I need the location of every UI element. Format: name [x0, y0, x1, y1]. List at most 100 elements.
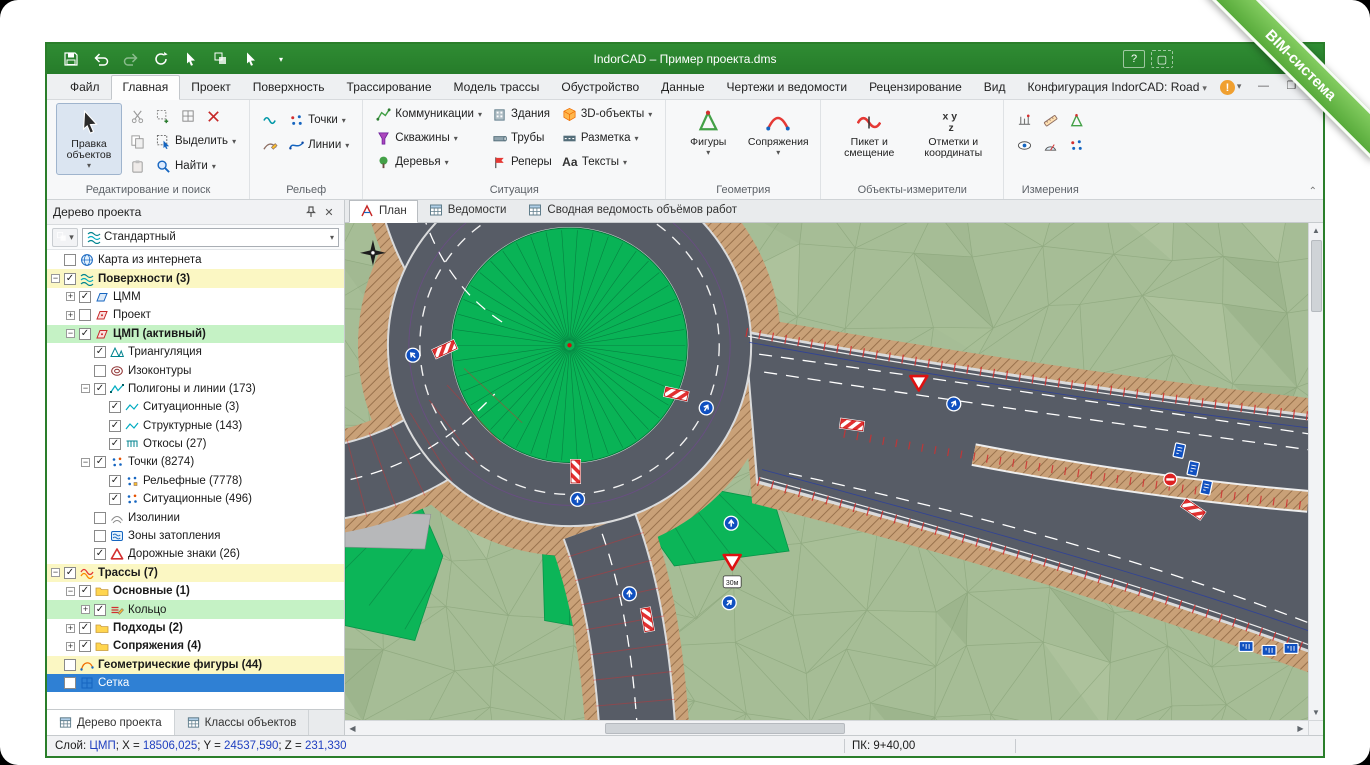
barrier-sign[interactable] — [570, 459, 581, 484]
trees-button[interactable]: Деревья▾ — [372, 151, 486, 173]
tree-item[interactable]: −✓Основные (1) — [47, 582, 344, 600]
checkbox[interactable] — [79, 309, 91, 321]
direction-sign[interactable] — [622, 587, 636, 601]
info-sign[interactable] — [1200, 480, 1213, 496]
info-sign[interactable] — [1187, 461, 1200, 477]
copy-button[interactable] — [126, 130, 148, 152]
tree-item[interactable]: −✓Точки (8274) — [47, 453, 344, 471]
marks-coordinates-button[interactable]: Отметки и координаты — [912, 103, 994, 175]
checkbox[interactable]: ✓ — [109, 475, 121, 487]
checkbox[interactable] — [64, 659, 76, 671]
communications-button[interactable]: Коммуникации▾ — [372, 103, 486, 125]
minimize-button[interactable]: — — [1251, 77, 1275, 94]
notification-caret-icon[interactable]: ▾ — [1237, 81, 1242, 92]
tab-вид[interactable]: Вид — [973, 76, 1017, 99]
tree-preset-select[interactable]: Стандартный ▾ — [82, 228, 339, 247]
tab-главная[interactable]: Главная — [111, 75, 181, 100]
tree-item[interactable]: ✓Ситуационные (3) — [47, 398, 344, 416]
tree-item[interactable]: ✓Рельефные (7778) — [47, 472, 344, 490]
tree-item[interactable]: Зоны затопления — [47, 527, 344, 545]
edit-objects-button[interactable]: Правка объектов ▾ — [56, 103, 122, 175]
tab-обустройство[interactable]: Обустройство — [550, 76, 650, 99]
horizontal-scrollbar[interactable]: ◀ ▶ — [345, 720, 1308, 735]
measure-area-button[interactable] — [1065, 109, 1087, 131]
relief-wave-button[interactable] — [259, 109, 281, 131]
info-sign[interactable] — [1284, 643, 1298, 653]
tree-expander[interactable]: + — [66, 624, 75, 633]
tree-expander[interactable]: − — [66, 587, 75, 596]
tree-item[interactable]: Сетка — [47, 674, 344, 692]
tab-конфигурация-indorcad-road[interactable]: Конфигурация IndorCAD: Road▾ — [1016, 76, 1217, 99]
checkbox[interactable]: ✓ — [94, 456, 106, 468]
tree-expander[interactable]: − — [51, 568, 60, 577]
checkbox[interactable]: ✓ — [109, 438, 121, 450]
find-button[interactable]: Найти▾ — [152, 155, 240, 177]
info-sign[interactable] — [1239, 641, 1253, 651]
scroll-left-arrow[interactable]: ◀ — [345, 721, 360, 736]
scroll-right-arrow[interactable]: ▶ — [1293, 721, 1308, 736]
view-tab[interactable]: Сводная ведомость объёмов работ — [517, 199, 748, 222]
collapse-ribbon-button[interactable]: ⌃ — [1309, 186, 1317, 197]
tab-данные[interactable]: Данные — [650, 76, 715, 99]
vertical-scrollbar[interactable]: ▲ ▼ — [1308, 223, 1323, 720]
scroll-up-arrow[interactable]: ▲ — [1309, 223, 1324, 238]
select-button[interactable]: Выделить▾ — [152, 130, 240, 152]
qat-caret-icon[interactable]: ▾ — [271, 49, 291, 69]
save-icon[interactable] — [61, 49, 81, 69]
tree-filter-button[interactable]: ▾ — [52, 228, 78, 247]
redo-icon[interactable] — [121, 49, 141, 69]
pin-panel-icon[interactable] — [302, 203, 320, 221]
checkbox[interactable] — [64, 254, 76, 266]
tree-expander[interactable]: + — [81, 605, 90, 614]
buildings-button[interactable]: Здания — [488, 103, 556, 125]
edit-pointer-icon[interactable] — [181, 49, 201, 69]
tree-item[interactable]: +✓ЦММ — [47, 288, 344, 306]
tree-item[interactable]: +✓Подходы (2) — [47, 619, 344, 637]
tree-expander[interactable]: − — [81, 458, 90, 467]
tree-item[interactable]: ✓Триангуляция — [47, 343, 344, 361]
tree-item[interactable]: ✓Ситуационные (496) — [47, 490, 344, 508]
tab-чертежи-и-ведомости[interactable]: Чертежи и ведомости — [716, 76, 859, 99]
direction-sign[interactable] — [571, 492, 585, 506]
tab-поверхность[interactable]: Поверхность — [242, 76, 336, 99]
add-selection-button[interactable] — [152, 105, 174, 127]
tree-item[interactable]: −✓Полигоны и линии (173) — [47, 380, 344, 398]
tree-item[interactable]: ✓Структурные (143) — [47, 417, 344, 435]
notification-badge[interactable]: ! — [1220, 80, 1235, 95]
repeat-icon[interactable] — [151, 49, 171, 69]
checkbox[interactable]: ✓ — [79, 328, 91, 340]
select-pointer-icon[interactable] — [241, 49, 261, 69]
measure-angle-button[interactable] — [1039, 134, 1061, 156]
tree-item[interactable]: +✓Сопряжения (4) — [47, 637, 344, 655]
checkbox[interactable] — [64, 677, 76, 689]
tab-трассирование[interactable]: Трассирование — [336, 76, 443, 99]
tree-item[interactable]: Изоконтуры — [47, 361, 344, 379]
objects-3d-button[interactable]: 3D-объекты▾ — [558, 103, 656, 125]
tree-item[interactable]: −✓Поверхности (3) — [47, 269, 344, 287]
checkbox[interactable]: ✓ — [94, 346, 106, 358]
scroll-down-arrow[interactable]: ▼ — [1309, 705, 1324, 720]
measure-edit-button[interactable] — [1013, 109, 1035, 131]
picket-offset-button[interactable]: Пикет и смещение — [830, 103, 908, 175]
tree-expander[interactable]: − — [51, 274, 60, 283]
checkbox[interactable]: ✓ — [109, 493, 121, 505]
tree-item[interactable]: Карта из интернета — [47, 251, 344, 269]
panel-tab-classes[interactable]: Классы объектов — [175, 710, 310, 735]
tree-item[interactable]: ✓Откосы (27) — [47, 435, 344, 453]
measure-points-button[interactable] — [1065, 134, 1087, 156]
checkbox[interactable]: ✓ — [109, 420, 121, 432]
checkbox[interactable] — [94, 530, 106, 542]
paste-button[interactable] — [126, 155, 148, 177]
checkbox[interactable]: ✓ — [94, 383, 106, 395]
checkbox[interactable] — [94, 365, 106, 377]
horizontal-scroll-thumb[interactable] — [605, 723, 845, 734]
tab-проект[interactable]: Проект — [180, 76, 242, 99]
pipes-button[interactable]: Трубы — [488, 127, 556, 149]
points-button[interactable]: Точки▾ — [285, 109, 353, 131]
checkbox[interactable]: ✓ — [94, 604, 106, 616]
tree-item[interactable]: ✓Дорожные знаки (26) — [47, 545, 344, 563]
benchmarks-button[interactable]: Реперы — [488, 151, 556, 173]
tree-expander[interactable]: + — [66, 642, 75, 651]
tree-expander[interactable]: − — [81, 384, 90, 393]
tab-модель-трассы[interactable]: Модель трассы — [443, 76, 551, 99]
